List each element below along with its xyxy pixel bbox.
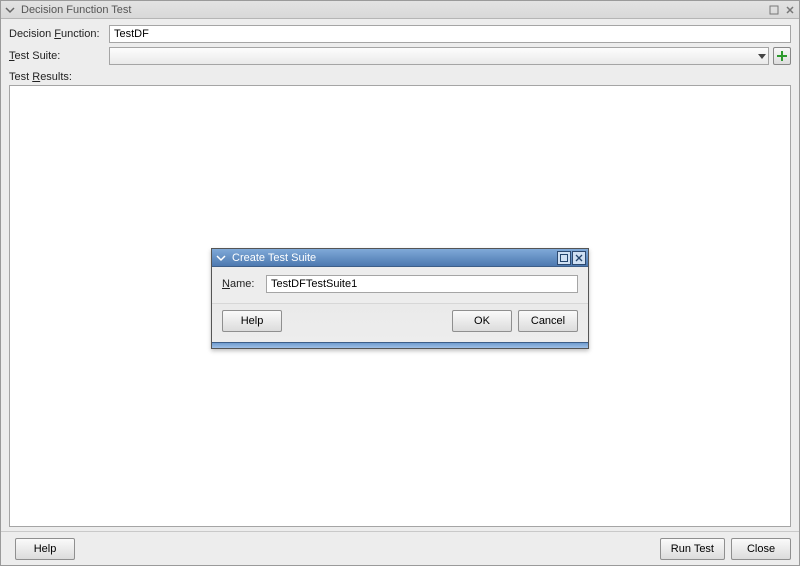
- test-suite-combo[interactable]: [109, 47, 769, 65]
- chevron-down-icon: [758, 54, 766, 59]
- window-menu-icon[interactable]: [3, 3, 17, 17]
- decision-function-label: Decision Function:: [9, 28, 109, 40]
- dialog-maximize-icon[interactable]: [557, 251, 571, 265]
- dialog-titlebar[interactable]: Create Test Suite: [212, 249, 588, 267]
- dialog-bottom-accent: [212, 342, 588, 348]
- maximize-icon[interactable]: [767, 3, 781, 17]
- dialog-menu-icon[interactable]: [214, 251, 228, 265]
- window-title: Decision Function Test: [21, 4, 767, 16]
- test-suite-label: Test Suite:: [9, 50, 109, 62]
- window-footer: Help Run Test Close: [1, 531, 799, 565]
- name-row: Name:: [222, 275, 578, 293]
- titlebar[interactable]: Decision Function Test: [1, 1, 799, 19]
- dialog-footer: Help OK Cancel: [212, 303, 588, 342]
- run-test-button[interactable]: Run Test: [660, 538, 725, 560]
- create-test-suite-dialog: Create Test Suite Name: Help OK Cancel: [211, 248, 589, 349]
- add-test-suite-button[interactable]: [773, 47, 791, 65]
- test-results-label: Test Results:: [9, 71, 791, 83]
- dialog-close-icon[interactable]: [572, 251, 586, 265]
- ok-button[interactable]: OK: [452, 310, 512, 332]
- dialog-help-button[interactable]: Help: [222, 310, 282, 332]
- close-icon[interactable]: [783, 3, 797, 17]
- dialog-body: Name:: [212, 267, 588, 303]
- name-input[interactable]: [266, 275, 578, 293]
- decision-function-input[interactable]: [109, 25, 791, 43]
- dialog-title: Create Test Suite: [232, 252, 557, 264]
- close-button[interactable]: Close: [731, 538, 791, 560]
- decision-function-row: Decision Function:: [9, 25, 791, 43]
- help-button[interactable]: Help: [15, 538, 75, 560]
- cancel-button[interactable]: Cancel: [518, 310, 578, 332]
- plus-icon: [776, 50, 788, 62]
- name-label: Name:: [222, 278, 266, 290]
- test-suite-row: Test Suite:: [9, 47, 791, 65]
